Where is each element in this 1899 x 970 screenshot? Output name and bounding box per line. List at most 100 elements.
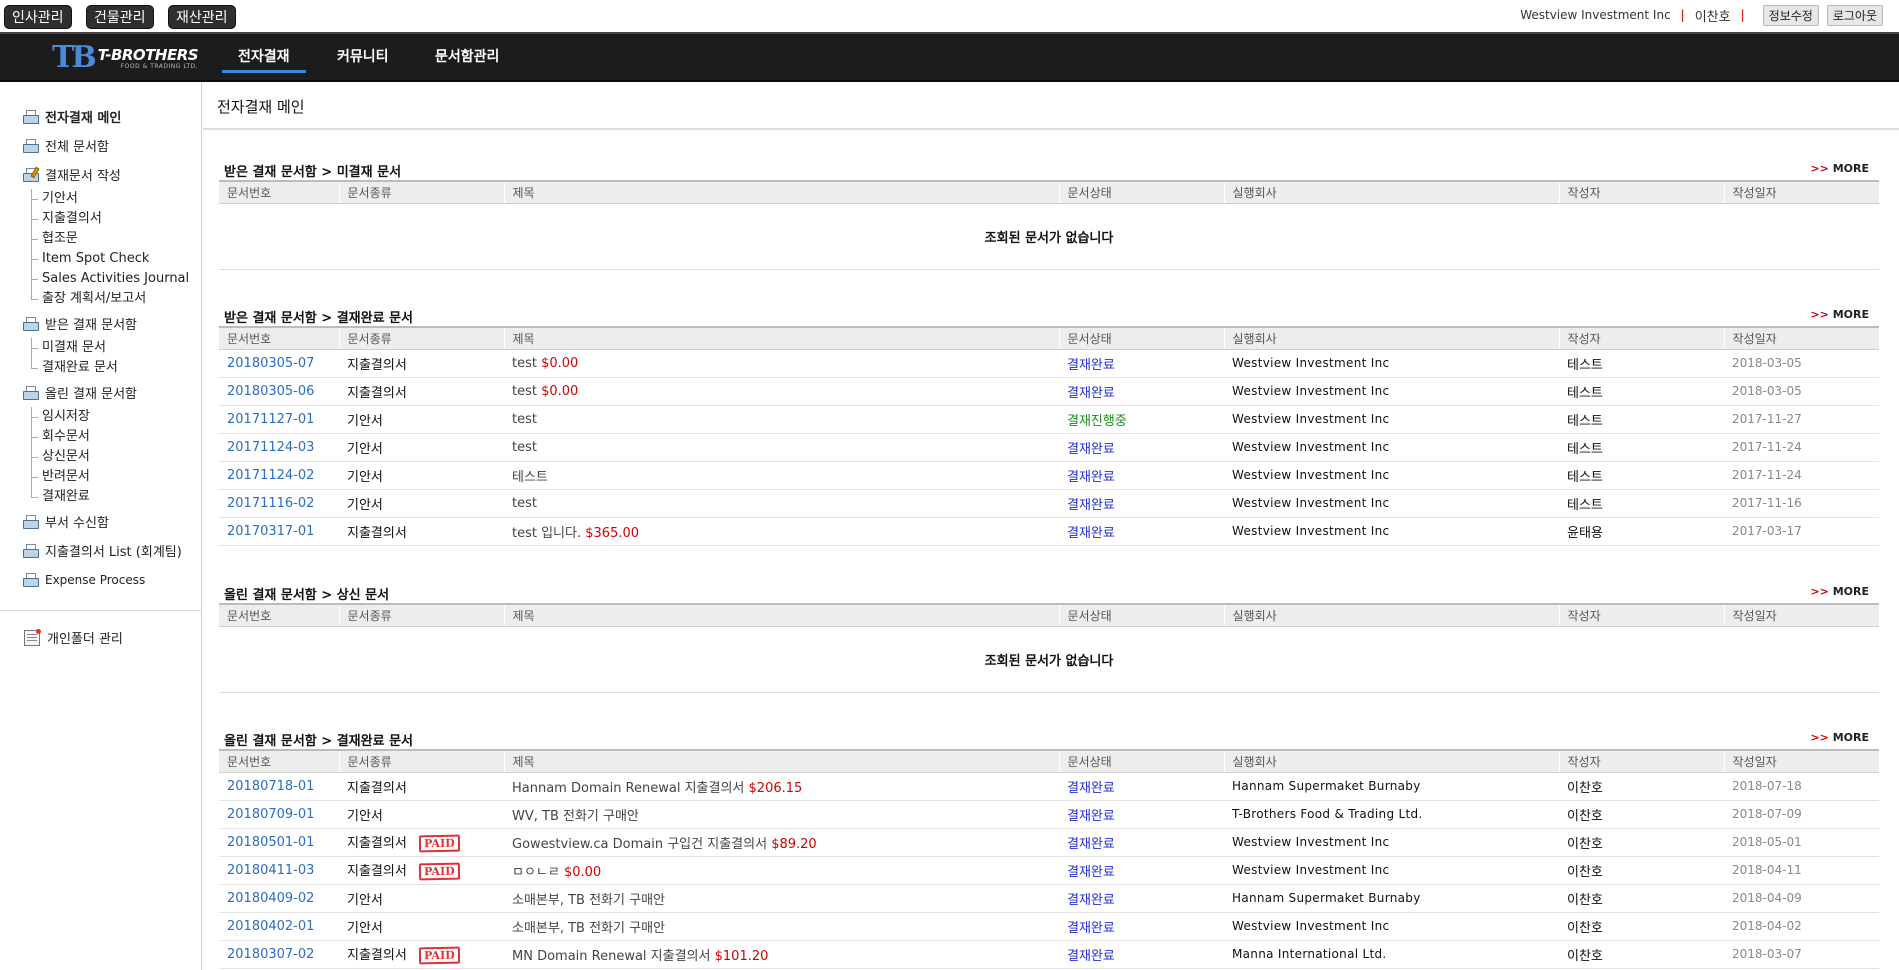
col-status-header[interactable]: 문서상태 xyxy=(1058,603,1224,627)
sidebar-item-expense-process[interactable]: Expense Process xyxy=(0,565,201,594)
col-doc-number-header[interactable]: 문서번호 xyxy=(219,603,339,627)
col-author-header[interactable]: 작성자 xyxy=(1558,749,1724,773)
col-title-header[interactable]: 제목 xyxy=(503,326,1059,350)
col-author-header[interactable]: 작성자 xyxy=(1558,180,1724,204)
table-row[interactable]: 20180307-02 지출결의서 PAID MN Domain Renewal 지출… xyxy=(219,940,1879,969)
col-company-header[interactable]: 실행회사 xyxy=(1223,749,1559,773)
col-author-header[interactable]: 작성자 xyxy=(1558,603,1724,627)
table-row[interactable]: 20171116-02 기안서 test 결재완료 Westview Investmen… xyxy=(219,489,1879,518)
sidebar-subitem-draft[interactable]: 기안서 xyxy=(30,189,201,209)
col-doc-type-header[interactable]: 문서종류 xyxy=(338,326,504,350)
hr-management-button[interactable]: 인사관리 xyxy=(4,5,72,29)
table-row[interactable]: 20180411-03 지출결의서 PAID ㅁㅇㄴㄹ $0.00 결재완료 Westvi… xyxy=(219,856,1879,885)
doc-title-cell[interactable]: test xyxy=(504,405,1059,434)
table-row[interactable]: 20170317-01 지출결의서 test 입니다. $365.00 결재완료 Wes… xyxy=(219,517,1879,546)
nav-community[interactable]: 커뮤니티 xyxy=(337,46,389,71)
building-management-button[interactable]: 건물관리 xyxy=(86,5,154,29)
sidebar-item-compose[interactable]: 결재문서 작성 xyxy=(0,160,201,189)
col-doc-type-header[interactable]: 문서종류 xyxy=(338,749,504,773)
doc-title-cell[interactable]: ㅁㅇㄴㄹ $0.00 xyxy=(504,856,1059,885)
sidebar-subitem-recalled[interactable]: 회수문서 xyxy=(30,427,201,447)
doc-number[interactable]: 20180307-02 xyxy=(219,940,339,969)
doc-number[interactable]: 20180501-01 xyxy=(219,828,339,857)
doc-title-cell[interactable]: test $0.00 xyxy=(504,377,1059,406)
col-date-header[interactable]: 작성일자 xyxy=(1723,180,1879,204)
sidebar-subitem-rejected[interactable]: 반려문서 xyxy=(30,467,201,487)
col-doc-number-header[interactable]: 문서번호 xyxy=(219,326,339,350)
doc-title-cell[interactable]: 테스트 xyxy=(504,461,1059,490)
col-title-header[interactable]: 제목 xyxy=(503,603,1059,627)
table-row[interactable]: 20171124-02 기안서 테스트 결재완료 Westview Investment… xyxy=(219,461,1879,490)
col-company-header[interactable]: 실행회사 xyxy=(1223,603,1559,627)
doc-title-cell[interactable]: test xyxy=(504,433,1059,462)
logout-button[interactable]: 로그아웃 xyxy=(1826,4,1883,26)
nav-document-management[interactable]: 문서함관리 xyxy=(435,46,499,71)
more-link[interactable]: >> MORE xyxy=(1810,731,1869,744)
table-row[interactable]: 20180409-02 기안서 소매본부, TB 전화기 구매안 결재완료 Hannam… xyxy=(219,884,1879,913)
sidebar-item-received[interactable]: 받은 결재 문서함 xyxy=(0,309,201,338)
doc-title-cell[interactable]: test 입니다. $365.00 xyxy=(504,517,1059,546)
doc-title-cell[interactable]: test xyxy=(504,489,1059,518)
more-link[interactable]: >> MORE xyxy=(1810,308,1869,321)
doc-number[interactable]: 20170317-01 xyxy=(219,517,339,546)
doc-title-cell[interactable]: Gowestview.ca Domain 구입건 지출결의서 $89.20 xyxy=(504,828,1059,857)
sidebar-subitem-submitted[interactable]: 상신문서 xyxy=(30,447,201,467)
sidebar-item-dept-inbox[interactable]: 부서 수신함 xyxy=(0,507,201,536)
sidebar-subitem-expense[interactable]: 지출결의서 xyxy=(30,209,201,229)
col-date-header[interactable]: 작성일자 xyxy=(1723,326,1879,350)
sidebar-subitem-cooperation[interactable]: 협조문 xyxy=(30,229,201,249)
doc-title-cell[interactable]: 소매본부, TB 전화기 구매안 xyxy=(504,884,1059,913)
doc-number[interactable]: 20180305-06 xyxy=(219,377,339,406)
doc-number[interactable]: 20180718-01 xyxy=(219,772,339,801)
sidebar-subitem-temp-saved[interactable]: 임시저장 xyxy=(30,407,201,427)
col-date-header[interactable]: 작성일자 xyxy=(1723,603,1879,627)
table-row[interactable]: 20180402-01 기안서 소매본부, TB 전화기 구매안 결재완료 Westvi… xyxy=(219,912,1879,941)
table-row[interactable]: 20180718-01 지출결의서 Hannam Domain Renewal 지출… xyxy=(219,772,1879,801)
sidebar-subitem-approved[interactable]: 결재완료 문서 xyxy=(30,358,201,378)
col-doc-type-header[interactable]: 문서종류 xyxy=(338,180,504,204)
doc-title-cell[interactable]: test $0.00 xyxy=(504,349,1059,378)
sidebar-item-all-docs[interactable]: 전체 문서함 xyxy=(0,131,201,160)
doc-number[interactable]: 20180402-01 xyxy=(219,912,339,941)
logo[interactable]: TB T-BROTHERS FOOD & TRADING LTD. xyxy=(52,39,199,77)
sidebar-item-submitted[interactable]: 올린 결재 문서함 xyxy=(0,378,201,407)
col-company-header[interactable]: 실행회사 xyxy=(1223,326,1559,350)
sidebar-subitem-spot-check[interactable]: Item Spot Check xyxy=(30,249,201,269)
col-doc-number-header[interactable]: 문서번호 xyxy=(219,180,339,204)
col-status-header[interactable]: 문서상태 xyxy=(1058,326,1224,350)
more-link[interactable]: >> MORE xyxy=(1810,585,1869,598)
doc-number[interactable]: 20171116-02 xyxy=(219,489,339,518)
sidebar-item-personal-folder[interactable]: 개인폴더 관리 xyxy=(0,623,201,652)
sidebar-subitem-completed[interactable]: 결재완료 xyxy=(30,487,201,507)
doc-title-cell[interactable]: 소매본부, TB 전화기 구매안 xyxy=(504,912,1059,941)
col-title-header[interactable]: 제목 xyxy=(503,180,1059,204)
col-date-header[interactable]: 작성일자 xyxy=(1723,749,1879,773)
col-title-header[interactable]: 제목 xyxy=(503,749,1059,773)
table-row[interactable]: 20180305-07 지출결의서 test $0.00 결재완료 Westview I… xyxy=(219,349,1879,378)
doc-number[interactable]: 20171127-01 xyxy=(219,405,339,434)
doc-number[interactable]: 20171124-03 xyxy=(219,433,339,462)
sidebar-item-expense-list[interactable]: 지출결의서 List (회계팀) xyxy=(0,536,201,565)
col-doc-number-header[interactable]: 문서번호 xyxy=(219,749,339,773)
table-row[interactable]: 20180501-01 지출결의서 PAID Gowestview.ca Domain… xyxy=(219,828,1879,857)
table-row[interactable]: 20171124-03 기안서 test 결재완료 Westview Investmen… xyxy=(219,433,1879,462)
nav-approval[interactable]: 전자결재 xyxy=(222,46,306,73)
doc-title-cell[interactable]: MN Domain Renewal 지출결의서 $101.20 xyxy=(504,940,1059,969)
col-author-header[interactable]: 작성자 xyxy=(1558,326,1724,350)
table-row[interactable]: 20180709-01 기안서 WV, TB 전화기 구매안 결재완료 T-Brothe… xyxy=(219,800,1879,829)
doc-title-cell[interactable]: WV, TB 전화기 구매안 xyxy=(504,800,1059,829)
doc-number[interactable]: 20180709-01 xyxy=(219,800,339,829)
table-row[interactable]: 20171127-01 기안서 test 결재진행중 Westview Investme… xyxy=(219,405,1879,434)
sidebar-subitem-pending[interactable]: 미결재 문서 xyxy=(30,338,201,358)
sidebar-subitem-sales-journal[interactable]: Sales Activities Journal xyxy=(30,269,201,289)
table-row[interactable]: 20180305-06 지출결의서 test $0.00 결재완료 Westview I… xyxy=(219,377,1879,406)
col-status-header[interactable]: 문서상태 xyxy=(1058,180,1224,204)
col-company-header[interactable]: 실행회사 xyxy=(1223,180,1559,204)
doc-title-cell[interactable]: Hannam Domain Renewal 지출결의서 $206.15 xyxy=(504,772,1059,801)
doc-number[interactable]: 20171124-02 xyxy=(219,461,339,490)
sidebar-subitem-business-trip[interactable]: 출장 계획서/보고서 xyxy=(30,289,201,309)
asset-management-button[interactable]: 재산관리 xyxy=(168,5,236,29)
col-doc-type-header[interactable]: 문서종류 xyxy=(338,603,504,627)
sidebar-item-main[interactable]: 전자결재 메인 xyxy=(0,102,201,131)
more-link[interactable]: >> MORE xyxy=(1810,162,1869,175)
